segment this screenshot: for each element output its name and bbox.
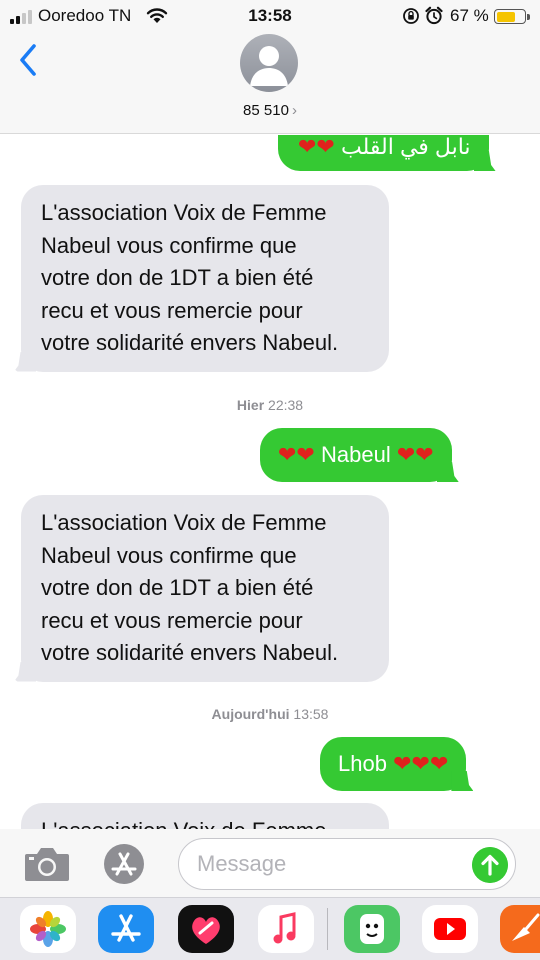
divider <box>327 908 328 950</box>
status-bar: Ooredoo TN 13:58 67 % <box>0 0 540 30</box>
timestamp: Aujourd'hui 13:58 <box>211 706 329 722</box>
battery-percentage: 67 % <box>450 6 489 25</box>
imessage-app-drawer <box>0 897 540 960</box>
contact-avatar-icon[interactable] <box>240 34 298 92</box>
rotation-lock-icon <box>403 8 419 24</box>
app-store-icon[interactable] <box>98 905 154 953</box>
heart-emoji: ❤❤ <box>278 442 315 467</box>
garageband-icon[interactable] <box>500 905 540 953</box>
back-chevron-icon[interactable] <box>14 40 44 80</box>
compose-bar <box>0 829 540 897</box>
battery-icon <box>494 9 530 24</box>
contact-name[interactable]: 85 510 › <box>0 102 540 119</box>
incoming-message-bubble[interactable]: L'association Voix de Femme <box>21 803 389 829</box>
message-thread[interactable]: ❤❤ نابل في القلب L'association Voix de F… <box>0 135 540 829</box>
outgoing-message-bubble[interactable]: ❤❤ نابل في القلب <box>278 135 496 171</box>
alarm-icon <box>425 6 443 25</box>
incoming-message-bubble[interactable]: L'association Voix de Femme Nabeul vous … <box>14 185 389 372</box>
outgoing-message-bubble[interactable]: Lhob ❤❤❤ <box>320 737 474 791</box>
camera-icon[interactable] <box>22 843 72 885</box>
heart-emoji: ❤❤ <box>298 135 335 159</box>
photos-icon[interactable] <box>20 905 76 953</box>
heart-emoji: ❤❤ <box>396 442 434 467</box>
message-text: Lhob <box>338 751 387 776</box>
message-text: L'association Voix de Femme <box>41 815 371 829</box>
incoming-message-bubble[interactable]: L'association Voix de Femme Nabeul vous … <box>14 495 389 682</box>
conversation-header: 85 510 › <box>0 30 540 134</box>
message-text: L'association Voix de Femme Nabeul vous … <box>41 510 339 665</box>
message-text: Nabeul <box>321 442 391 467</box>
animoji-icon[interactable] <box>344 905 400 953</box>
send-arrow-icon[interactable] <box>472 847 508 883</box>
message-text: نابل في القلب <box>341 135 471 159</box>
timestamp: Hier 22:38 <box>236 397 304 413</box>
youtube-icon[interactable] <box>422 905 478 953</box>
message-input[interactable] <box>178 838 516 890</box>
digital-touch-icon[interactable] <box>178 905 234 953</box>
outgoing-message-bubble[interactable]: ❤❤ Nabeul ❤❤ <box>260 428 459 482</box>
heart-emoji: ❤❤❤ <box>393 751 449 776</box>
message-text: L'association Voix de Femme Nabeul vous … <box>41 200 339 355</box>
app-store-icon[interactable] <box>100 843 148 885</box>
chevron-right-icon: › <box>291 102 297 119</box>
contact-number: 85 510 <box>243 102 289 119</box>
music-icon[interactable] <box>258 905 314 953</box>
